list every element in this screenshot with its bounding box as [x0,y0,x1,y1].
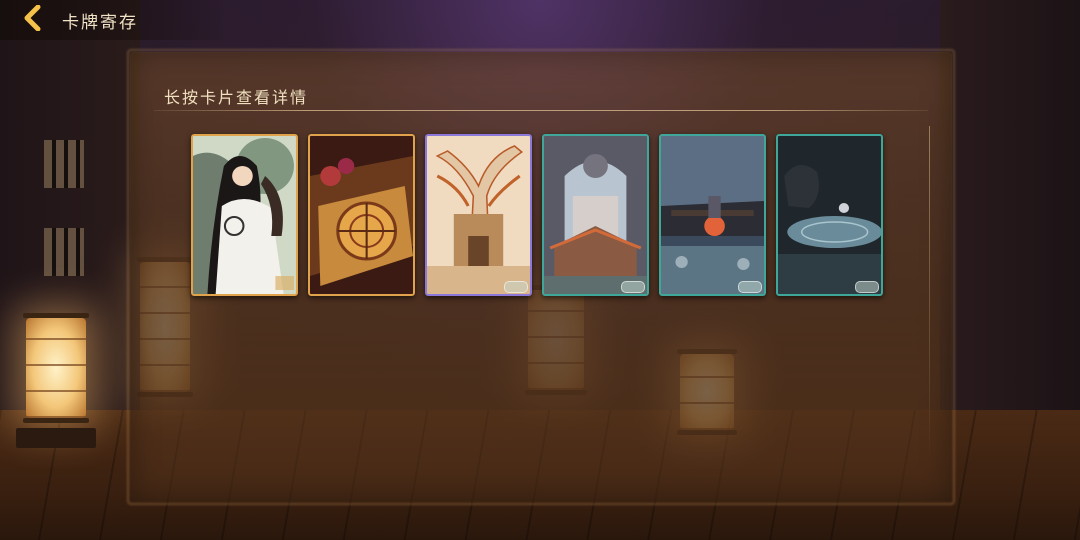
card-storage-panel: 长按卡片查看详情 [130,52,952,502]
page-title: 卡牌寄存 [62,12,138,33]
card-art [778,136,881,294]
card-art [661,136,764,294]
top-bar: 卡牌寄存 [0,0,230,40]
cloud-badge-icon [738,281,762,293]
card-art [310,136,413,294]
cloud-badge-icon [621,281,645,293]
card-temple[interactable] [542,134,649,296]
card-gate[interactable] [425,134,532,296]
right-wall [940,0,1080,440]
wall-window [44,140,84,188]
divider [929,126,930,462]
cloud-badge-icon [504,281,528,293]
card-list [191,134,883,296]
chevron-left-icon [23,4,45,35]
card-art [544,136,647,294]
instruction-text: 长按卡片查看详情 [164,88,309,107]
floor-lantern [23,313,89,423]
card-art [427,136,530,294]
back-button[interactable] [14,0,54,40]
card-compass[interactable] [308,134,415,296]
wall-window [44,228,84,276]
lantern-base [16,428,96,448]
card-scholar[interactable] [191,134,298,296]
card-art [193,136,296,294]
divider [154,110,928,111]
card-stone-disc[interactable] [776,134,883,296]
card-courtyard[interactable] [659,134,766,296]
cloud-badge-icon [855,281,879,293]
